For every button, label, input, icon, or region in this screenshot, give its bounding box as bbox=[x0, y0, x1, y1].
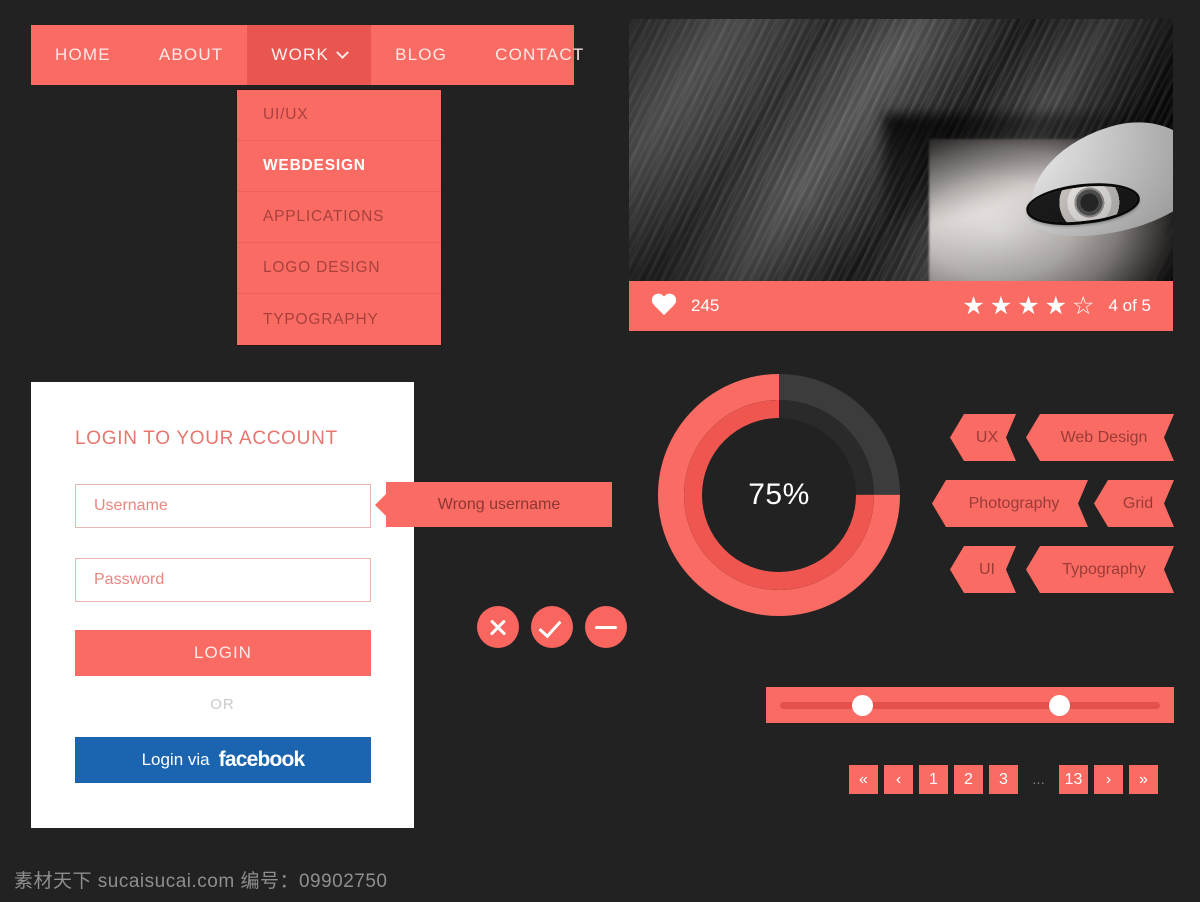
password-placeholder: Password bbox=[94, 571, 165, 588]
nav-item-about[interactable]: ABOUT bbox=[135, 25, 248, 85]
password-input[interactable]: Password bbox=[75, 558, 371, 602]
slider-handle-right[interactable] bbox=[1049, 695, 1070, 716]
range-slider[interactable] bbox=[766, 687, 1174, 723]
dropdown-item-label: UI/UX bbox=[263, 106, 309, 123]
photo-rating-bar: 245 ★ ★ ★ ★ ☆ 4 of 5 bbox=[629, 281, 1173, 331]
error-tooltip: Wrong username bbox=[375, 482, 612, 527]
dropdown-item-label: APPLICATIONS bbox=[263, 208, 385, 225]
tag-label: Photography bbox=[968, 494, 1060, 512]
nav-item-home[interactable]: HOME bbox=[31, 25, 135, 85]
login-submit-button[interactable]: LOGIN bbox=[75, 630, 371, 676]
nav-item-work[interactable]: WORK bbox=[247, 25, 372, 85]
facebook-prefix-label: Login via bbox=[141, 750, 210, 769]
star-filled-icon[interactable]: ★ bbox=[962, 293, 984, 319]
ui-kit-canvas: HOME ABOUT WORK BLOG CONTACT UI/UX WEBDE… bbox=[0, 0, 1200, 902]
slider-handle-left[interactable] bbox=[852, 695, 873, 716]
star-rating: ★ ★ ★ ★ ☆ 4 of 5 bbox=[962, 293, 1151, 319]
remove-button[interactable] bbox=[585, 606, 627, 648]
login-title: LOGIN TO YOUR ACCOUNT bbox=[75, 428, 338, 449]
star-filled-icon[interactable]: ★ bbox=[1017, 293, 1039, 319]
star-filled-icon[interactable]: ★ bbox=[1045, 293, 1067, 319]
confirm-button[interactable] bbox=[531, 606, 573, 648]
portrait-photo bbox=[629, 19, 1173, 281]
nav-label: HOME bbox=[55, 45, 111, 64]
nav-label: CONTACT bbox=[495, 45, 585, 64]
close-button[interactable] bbox=[477, 606, 519, 648]
main-navigation: HOME ABOUT WORK BLOG CONTACT bbox=[31, 25, 583, 85]
tag-label: UX bbox=[975, 428, 999, 446]
dropdown-item-label: WEBDESIGN bbox=[263, 157, 366, 174]
heart-icon[interactable] bbox=[651, 294, 677, 318]
dropdown-item-webdesign[interactable]: WEBDESIGN bbox=[237, 141, 441, 192]
photo-vignette-layer bbox=[629, 19, 1173, 281]
pagination-page-3[interactable]: 3 bbox=[989, 765, 1018, 794]
facebook-login-button[interactable]: Login via facebook bbox=[75, 737, 371, 783]
login-card: LOGIN TO YOUR ACCOUNT Username Password … bbox=[31, 382, 414, 828]
tag-label: Grid bbox=[1122, 494, 1154, 512]
tag-ux[interactable]: UX bbox=[950, 414, 1016, 461]
dropdown-item-typography[interactable]: TYPOGRAPHY bbox=[237, 294, 441, 345]
tag-label: Web Design bbox=[1060, 428, 1148, 446]
rating-text: 4 of 5 bbox=[1108, 296, 1151, 315]
dropdown-item-logo-design[interactable]: LOGO DESIGN bbox=[237, 243, 441, 294]
username-input[interactable]: Username bbox=[75, 484, 371, 528]
nav-label: BLOG bbox=[395, 45, 448, 64]
dropdown-item-label: LOGO DESIGN bbox=[263, 259, 381, 276]
tag-grid[interactable]: Grid bbox=[1094, 480, 1174, 527]
pagination-ellipsis: ... bbox=[1032, 771, 1045, 788]
donut-percent-label: 75% bbox=[748, 478, 810, 511]
pagination-next[interactable]: › bbox=[1094, 765, 1123, 794]
tag-label: Typography bbox=[1062, 560, 1146, 578]
nav-item-contact[interactable]: CONTACT bbox=[471, 25, 608, 85]
pagination: « ‹ 1 2 3 ... 13 › » bbox=[849, 765, 1158, 794]
tag-label: UI bbox=[979, 560, 995, 578]
dropdown-item-label: TYPOGRAPHY bbox=[263, 310, 379, 328]
dropdown-item-applications[interactable]: APPLICATIONS bbox=[237, 192, 441, 243]
like-count: 245 bbox=[691, 296, 720, 315]
tag-photography[interactable]: Photography bbox=[932, 480, 1088, 527]
nav-label: ABOUT bbox=[158, 45, 224, 64]
nav-item-blog[interactable]: BLOG bbox=[371, 25, 471, 85]
pagination-page-1[interactable]: 1 bbox=[919, 765, 948, 794]
login-divider-label: OR bbox=[210, 696, 235, 713]
work-dropdown-menu: UI/UX WEBDESIGN APPLICATIONS LOGO DESIGN… bbox=[236, 89, 442, 346]
facebook-brand-label: facebook bbox=[218, 748, 306, 771]
chevron-down-icon bbox=[336, 45, 349, 59]
star-empty-icon[interactable]: ☆ bbox=[1072, 293, 1094, 319]
action-button-group bbox=[477, 606, 627, 648]
tag-web-design[interactable]: Web Design bbox=[1026, 414, 1174, 461]
username-placeholder: Username bbox=[94, 497, 168, 514]
tag-typography[interactable]: Typography bbox=[1026, 546, 1174, 593]
star-filled-icon[interactable]: ★ bbox=[990, 293, 1012, 319]
slider-track bbox=[780, 702, 1160, 709]
pagination-last[interactable]: » bbox=[1129, 765, 1158, 794]
error-tooltip-text: Wrong username bbox=[437, 495, 561, 513]
photo-rating-card: 245 ★ ★ ★ ★ ☆ 4 of 5 bbox=[629, 19, 1173, 331]
pagination-prev[interactable]: ‹ bbox=[884, 765, 913, 794]
progress-donut-chart: 75% bbox=[653, 369, 905, 621]
pagination-page-13[interactable]: 13 bbox=[1059, 765, 1088, 794]
pagination-page-2[interactable]: 2 bbox=[954, 765, 983, 794]
dropdown-item-uiux[interactable]: UI/UX bbox=[237, 90, 441, 141]
pagination-first[interactable]: « bbox=[849, 765, 878, 794]
footer-watermark: 素材天下 sucaisucai.com 编号：09902750 bbox=[14, 871, 388, 892]
tag-ui[interactable]: UI bbox=[950, 546, 1016, 593]
nav-label: WORK bbox=[271, 45, 330, 64]
